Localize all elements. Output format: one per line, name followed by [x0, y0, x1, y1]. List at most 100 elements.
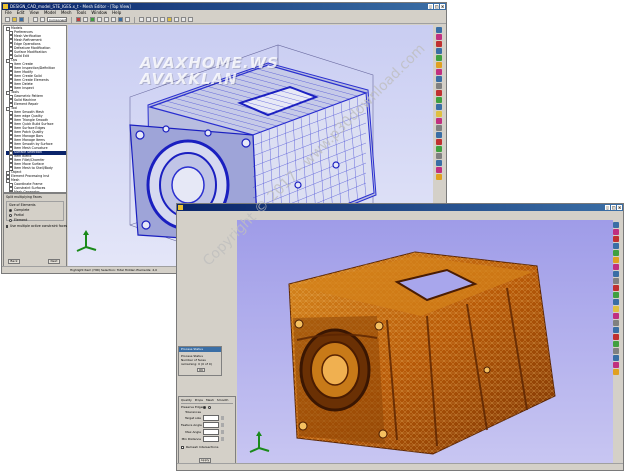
tool-icon[interactable] [613, 299, 619, 305]
minimize-icon[interactable]: _ [605, 205, 610, 210]
tool-icon[interactable] [613, 334, 619, 340]
max-angle-input[interactable] [203, 429, 219, 435]
tool-icon[interactable] [613, 264, 619, 270]
tool-icon[interactable] [436, 27, 442, 33]
min-distance-input[interactable] [203, 436, 219, 442]
radio-dot[interactable] [203, 405, 206, 409]
front-view-icon[interactable] [139, 17, 144, 22]
tool-icon[interactable] [436, 83, 442, 89]
tool-icon[interactable] [613, 320, 619, 326]
radio-complete[interactable]: Complete [9, 208, 61, 212]
iso-view-icon[interactable] [160, 17, 165, 22]
tool-icon[interactable] [613, 250, 619, 256]
tab-quality[interactable]: Quality [181, 398, 192, 403]
tool-icon[interactable] [436, 62, 442, 68]
zoom-icon[interactable] [104, 17, 109, 22]
help-icon[interactable] [188, 17, 193, 22]
tool-icon[interactable] [436, 118, 442, 124]
section-icon[interactable] [181, 17, 186, 22]
tool-icon[interactable] [613, 348, 619, 354]
tool-icon[interactable] [436, 34, 442, 40]
tool-icon[interactable] [436, 90, 442, 96]
tool-icon[interactable] [613, 257, 619, 263]
close-icon[interactable]: × [440, 4, 445, 9]
tool-icon[interactable] [436, 55, 442, 61]
radio-element[interactable]: Element [9, 218, 61, 222]
top-view-icon[interactable] [146, 17, 151, 22]
tool-icon[interactable] [613, 292, 619, 298]
checkbox[interactable] [6, 224, 8, 228]
tool-icon[interactable] [436, 41, 442, 47]
tab-mesh[interactable]: Mesh [206, 398, 214, 403]
tool-icon[interactable] [436, 146, 442, 152]
window-title-bar[interactable]: _ □ × [177, 204, 623, 211]
close-icon[interactable]: × [617, 205, 622, 210]
light-icon[interactable] [167, 17, 172, 22]
tool-icon[interactable] [436, 104, 442, 110]
spin-arrow-icon[interactable] [221, 416, 224, 420]
fit-icon[interactable] [111, 17, 116, 22]
tool-icon[interactable] [436, 76, 442, 82]
tool-icon[interactable] [613, 278, 619, 284]
feature-angle-input[interactable] [203, 422, 219, 428]
remesh-checkbox-row[interactable]: Remesh Intersections [181, 445, 233, 449]
next-button[interactable]: Next [48, 259, 60, 264]
tool-icon[interactable] [436, 139, 442, 145]
tool-icon[interactable] [613, 236, 619, 242]
constraint-checkbox-row[interactable]: Use multiple active constraint faces [6, 224, 67, 228]
tool-icon[interactable] [436, 153, 442, 159]
tool-icon[interactable] [613, 341, 619, 347]
minimize-icon[interactable]: _ [428, 4, 433, 9]
tool-icon[interactable] [613, 271, 619, 277]
folder-icon[interactable] [12, 17, 17, 22]
tool-icon[interactable] [613, 313, 619, 319]
shade-icon[interactable] [118, 17, 123, 22]
tab-smooth[interactable]: Smooth [217, 398, 229, 403]
tool-icon[interactable] [613, 362, 619, 368]
spin-arrow-icon[interactable] [221, 423, 224, 427]
pointer-icon[interactable] [83, 17, 88, 22]
radio-dot[interactable] [9, 208, 12, 212]
ok-button[interactable]: OK [197, 368, 205, 372]
component-select[interactable]: Component [47, 17, 67, 22]
tool-icon[interactable] [436, 160, 442, 166]
side-view-icon[interactable] [153, 17, 158, 22]
maximize-icon[interactable]: □ [611, 205, 616, 210]
spin-arrow-icon[interactable] [221, 437, 224, 441]
tool-icon[interactable] [613, 243, 619, 249]
tool-icon[interactable] [613, 229, 619, 235]
tool-icon[interactable] [436, 132, 442, 138]
radio-dot[interactable] [9, 213, 12, 217]
new-file-icon[interactable] [5, 17, 10, 22]
back-button[interactable]: Back [8, 259, 20, 264]
maximize-icon[interactable]: □ [434, 4, 439, 9]
window-title-bar[interactable]: DESIGN_CAD_model_STE_IGES.x_t - Mesh Edi… [2, 3, 446, 10]
checkbox[interactable] [181, 445, 184, 449]
redo-icon[interactable] [40, 17, 45, 22]
tool-icon[interactable] [436, 48, 442, 54]
tool-icon[interactable] [613, 327, 619, 333]
undo-icon[interactable] [33, 17, 38, 22]
tool-icon[interactable] [436, 111, 442, 117]
target-size-input[interactable] [203, 415, 219, 421]
radio-dot[interactable] [9, 218, 12, 222]
tool-icon[interactable] [436, 97, 442, 103]
measure-icon[interactable] [174, 17, 179, 22]
tool-icon[interactable] [436, 167, 442, 173]
tab-props[interactable]: Props [195, 398, 203, 403]
tool-icon[interactable] [613, 306, 619, 312]
shaded-viewport[interactable] [237, 220, 613, 464]
save-icon[interactable] [19, 17, 24, 22]
tool-icon[interactable] [613, 285, 619, 291]
tool-icon[interactable] [613, 369, 619, 375]
tool-icon[interactable] [613, 355, 619, 361]
rotate-icon[interactable] [90, 17, 95, 22]
tool-icon[interactable] [436, 69, 442, 75]
wireframe-icon[interactable] [125, 17, 130, 22]
radio-partial[interactable]: Partial [9, 213, 61, 217]
tool-icon[interactable] [613, 222, 619, 228]
pan-icon[interactable] [97, 17, 102, 22]
stop-icon[interactable] [76, 17, 81, 22]
spin-arrow-icon[interactable] [221, 430, 224, 434]
tool-icon[interactable] [436, 174, 442, 180]
